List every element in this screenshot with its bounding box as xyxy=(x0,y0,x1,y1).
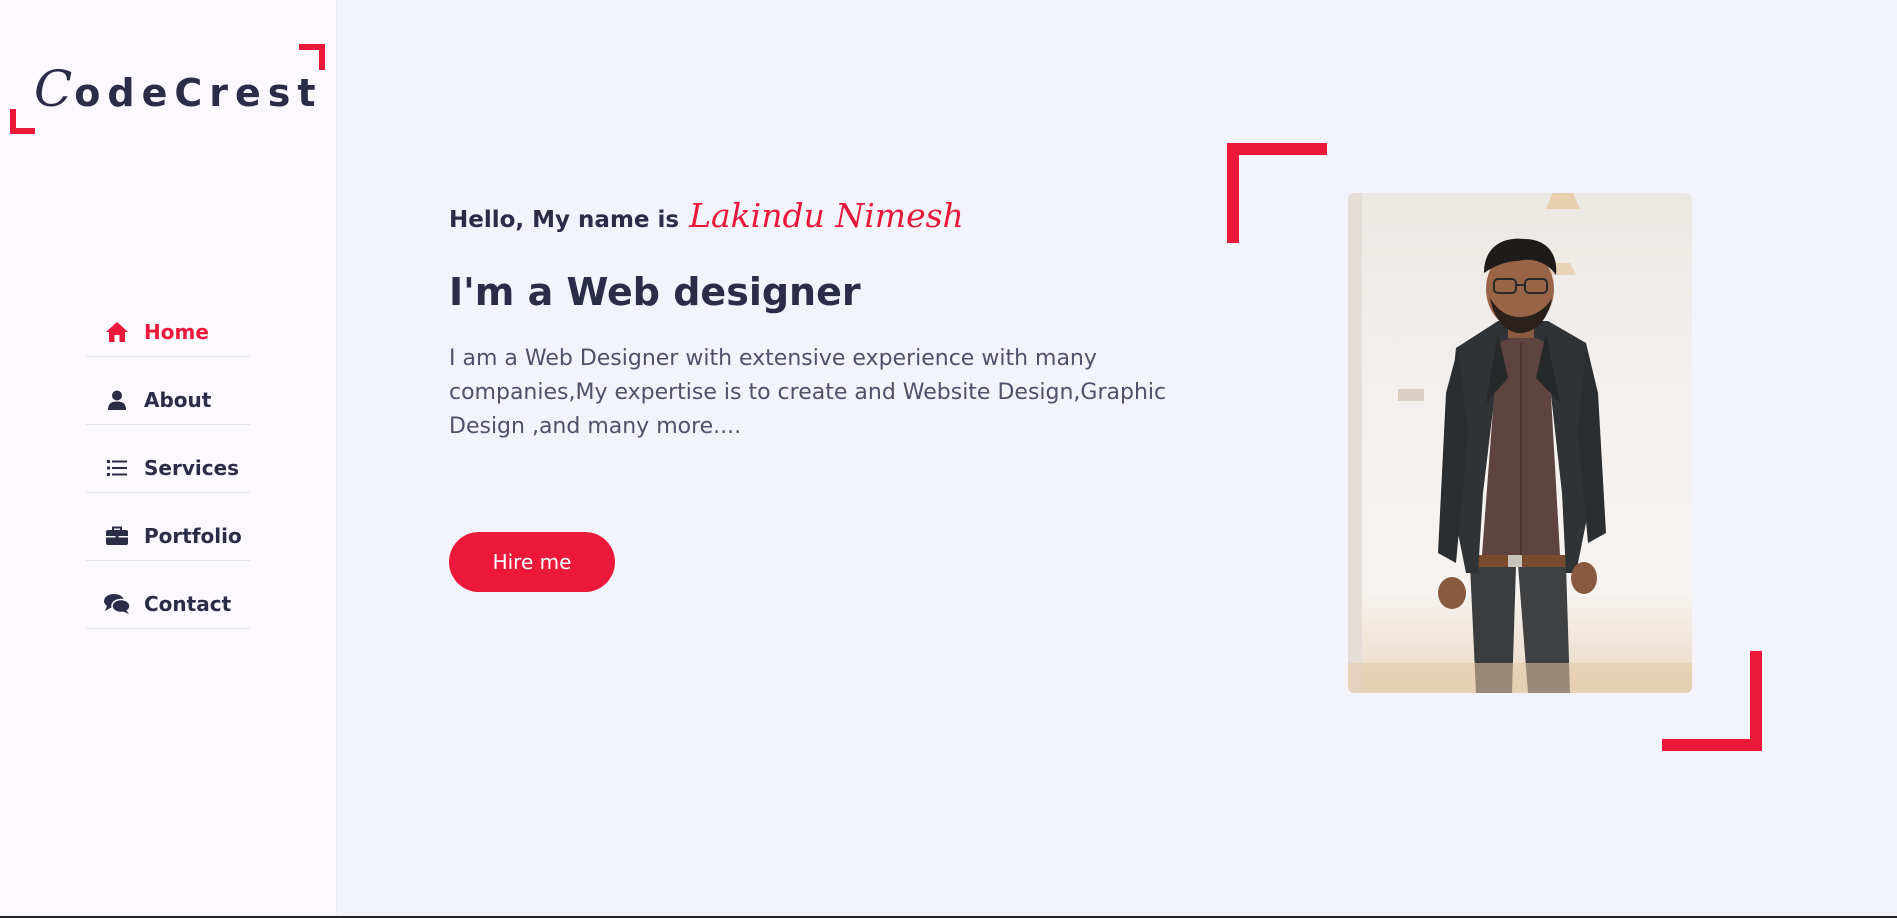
nav-item-home[interactable]: Home xyxy=(86,312,250,357)
hero-section: Hello, My name is Lakindu Nimesh I'm a W… xyxy=(337,0,1897,918)
logo-initial: C xyxy=(34,60,75,118)
briefcase-icon xyxy=(104,525,130,547)
user-icon xyxy=(104,389,130,411)
greeting-text: Hello, My name is xyxy=(449,207,680,233)
page-headline: I'm a Web designer xyxy=(449,270,861,314)
logo-corner-bottom-left xyxy=(10,109,35,134)
nav-item-about[interactable]: About xyxy=(86,380,250,425)
hero-description: I am a Web Designer with extensive exper… xyxy=(449,346,1167,439)
logo[interactable]: CodeCrest xyxy=(10,44,327,134)
main-nav: Home About Services Portfolio Contact xyxy=(86,312,250,652)
nav-label-contact: Contact xyxy=(144,592,232,616)
comments-icon xyxy=(104,593,130,615)
hire-me-button[interactable]: Hire me xyxy=(449,532,615,592)
photo-frame-corner-top-left xyxy=(1227,143,1327,243)
list-icon xyxy=(104,457,130,479)
greeting-line: Hello, My name is Lakindu Nimesh xyxy=(449,196,964,235)
person-name: Lakindu Nimesh xyxy=(689,196,964,235)
nav-label-home: Home xyxy=(144,320,209,344)
nav-item-services[interactable]: Services xyxy=(86,448,250,493)
logo-rest: odeCrest xyxy=(74,71,323,115)
profile-photo xyxy=(1348,193,1692,693)
logo-text: CodeCrest xyxy=(34,60,323,118)
sidebar: CodeCrest Home About Services Portfolio xyxy=(0,0,337,918)
profile-photo-illustration xyxy=(1348,193,1692,693)
nav-item-contact[interactable]: Contact xyxy=(86,584,250,629)
nav-label-portfolio: Portfolio xyxy=(144,524,242,548)
nav-item-portfolio[interactable]: Portfolio xyxy=(86,516,250,561)
nav-label-about: About xyxy=(144,388,212,412)
nav-label-services: Services xyxy=(144,456,240,480)
home-icon xyxy=(104,321,130,343)
